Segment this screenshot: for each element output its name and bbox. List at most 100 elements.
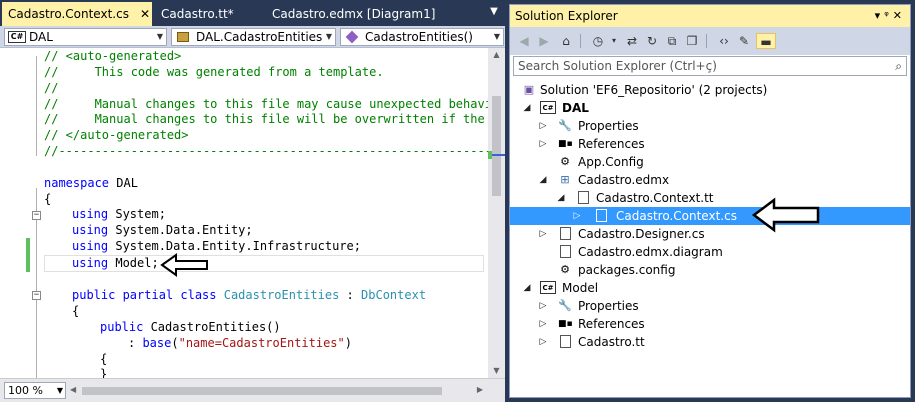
tree-item-label: Properties (578, 299, 639, 313)
history-icon[interactable]: ◷ (590, 33, 606, 49)
collapse-icon[interactable]: − (32, 211, 41, 220)
collapsed-arrow-icon[interactable]: ▷ (572, 207, 582, 225)
fold-guide (36, 56, 37, 156)
tab-cadastro-edmx-diagram[interactable]: Cadastro.edmx [Diagram1] (266, 2, 436, 26)
tree-item-cadastro-designer-cs[interactable]: ▷ Cadastro.Designer.cs (510, 225, 910, 243)
expanded-arrow-icon[interactable]: ◢ (522, 279, 532, 297)
tree-item-references[interactable]: ▷ ■▪ References (510, 315, 910, 333)
zoom-dropdown[interactable]: 100 % ▼ (4, 382, 66, 399)
tree-item-label: Cadastro.tt (578, 335, 645, 349)
member-dropdown-value: CadastroEntities() (365, 30, 473, 44)
csharp-project-icon: C# (540, 101, 556, 114)
edmx-model-icon: ⊞ (560, 173, 570, 186)
code-line: { (72, 304, 80, 318)
tree-item-cadastro-edmx-diagram[interactable]: Cadastro.edmx.diagram (510, 243, 910, 261)
scroll-thumb[interactable] (492, 96, 501, 196)
close-icon[interactable]: ✕ (140, 2, 150, 26)
tree-item-references[interactable]: ▷ ■▪ References (510, 135, 910, 153)
code-line: { (100, 352, 108, 366)
project-dropdown[interactable]: C# DAL ▼ (4, 28, 167, 46)
keyword: using (72, 239, 109, 253)
punctuation: ( (171, 336, 179, 350)
tab-cadastro-context-cs[interactable]: Cadastro.Context.cs ✕ (2, 2, 152, 26)
expanded-arrow-icon[interactable]: ◢ (556, 189, 566, 207)
collapsed-arrow-icon[interactable]: ▷ (538, 225, 548, 243)
code-line: using System.Data.Entity.Infrastructure; (72, 238, 361, 254)
member-dropdown[interactable]: CadastroEntities() ▼ (340, 28, 504, 46)
tree-item-cadastro-context-tt[interactable]: ◢ Cadastro.Context.tt (510, 189, 910, 207)
keyword: using (72, 207, 109, 221)
tree-item-label: Model (562, 281, 599, 295)
tree-item-cadastro-edmx[interactable]: ◢ ⊞ Cadastro.edmx (510, 171, 910, 189)
collapse-icon[interactable]: − (32, 291, 41, 300)
type-name: CadastroEntities (223, 288, 340, 302)
code-editor-pane: Cadastro.Context.cs ✕ Cadastro.tt* Cadas… (0, 0, 505, 402)
tree-item-properties[interactable]: ▷ 🔧 Properties (510, 297, 910, 315)
type-dropdown[interactable]: DAL.CadastroEntities ▼ (171, 28, 336, 46)
pending-changes-icon[interactable]: ⇄ (624, 33, 640, 49)
collapse-all-icon[interactable]: ⧉ (664, 33, 680, 49)
properties-wrench-icon[interactable]: ✎ (736, 33, 752, 49)
caret-marker (492, 154, 505, 156)
scroll-down-icon[interactable]: ▼ (488, 364, 505, 378)
tree-item-solution[interactable]: ▣ Solution 'EF6_Repositorio' (2 projects… (510, 81, 910, 99)
search-icon[interactable]: ⌕ (895, 57, 902, 75)
keyword: public partial class (72, 288, 217, 302)
scroll-up-icon[interactable]: ▲ (488, 48, 505, 62)
collapsed-arrow-icon[interactable]: ▷ (538, 117, 548, 135)
editor-status-bar: 100 % ▼ ◀ ▶ (0, 378, 505, 402)
tree-item-cadastro-context-cs[interactable]: ▷ Cadastro.Context.cs (510, 207, 910, 225)
close-icon[interactable]: ✕ (893, 9, 906, 22)
tree-item-project-dal[interactable]: ◢ C# DAL (510, 99, 910, 117)
refresh-icon[interactable]: ↻ (644, 33, 660, 49)
dropdown-icon[interactable]: ▾ (875, 9, 885, 22)
code-text-area[interactable]: − − // <auto-generated> // This code was… (0, 48, 488, 378)
code-line: // Manual changes to this file will be o… (44, 112, 488, 126)
show-all-files-icon[interactable]: ❐ (684, 33, 700, 49)
zoom-value: 100 % (8, 384, 43, 397)
code-line: // <auto-generated> (44, 49, 182, 63)
tree-item-packages-config[interactable]: ⚙ packages.config (510, 261, 910, 279)
expanded-arrow-icon[interactable]: ◢ (538, 171, 548, 189)
pin-icon[interactable]: ᵠ (884, 9, 893, 22)
solution-explorer-search-input[interactable]: Search Solution Explorer (Ctrl+ç) ⌕ (513, 56, 907, 76)
tree-item-label: DAL (562, 101, 589, 115)
tree-item-project-model[interactable]: ◢ C# Model (510, 279, 910, 297)
project-dropdown-value: DAL (29, 30, 53, 44)
wrench-icon: 🔧 (558, 119, 572, 132)
collapsed-arrow-icon[interactable]: ▷ (538, 135, 548, 153)
collapsed-arrow-icon[interactable]: ▷ (538, 297, 548, 315)
tree-item-label: Cadastro.edmx (578, 173, 670, 187)
tree-item-label: Cadastro.Context.tt (596, 191, 714, 205)
tree-item-cadastro-tt[interactable]: ▷ Cadastro.tt (510, 333, 910, 351)
tab-overflow-icon[interactable]: ▼ (487, 4, 501, 20)
tree-item-properties[interactable]: ▷ 🔧 Properties (510, 117, 910, 135)
collapsed-arrow-icon[interactable]: ▷ (538, 333, 548, 351)
collapsed-arrow-icon[interactable]: ▷ (538, 315, 548, 333)
chevron-down-icon: ▼ (156, 32, 163, 41)
scroll-left-icon[interactable]: ◀ (70, 385, 76, 394)
code-line: // </auto-generated> (44, 128, 189, 142)
tab-cadastro-tt[interactable]: Cadastro.tt* (155, 2, 265, 26)
home-icon[interactable]: ⌂ (558, 33, 574, 49)
identifier: System.Data.Entity; (108, 223, 253, 237)
chevron-down-icon[interactable]: ▾ (606, 33, 622, 49)
vertical-scrollbar[interactable]: ▲ ▼ (488, 48, 505, 378)
tree-item-label: Solution 'EF6_Repositorio' (2 projects) (540, 83, 768, 97)
chevron-down-icon: ▼ (493, 32, 500, 41)
horizontal-scroll-thumb[interactable] (82, 387, 442, 395)
expanded-arrow-icon[interactable]: ◢ (522, 99, 532, 117)
solution-explorer-toolbar: ◀ ▶ ⌂ ◷ ▾ ⇄ ↻ ⧉ ❐ ‹› ✎ ▬ (510, 27, 910, 55)
code-line: // This code was generated from a templa… (44, 65, 384, 79)
template-file-icon (560, 335, 571, 348)
forward-icon[interactable]: ▶ (536, 33, 552, 49)
scroll-right-icon[interactable]: ▶ (477, 385, 483, 394)
back-icon[interactable]: ◀ (516, 33, 532, 49)
tree-item-app-config[interactable]: ⚙ App.Config (510, 153, 910, 171)
keyword: public (100, 320, 144, 334)
code-line: // (44, 81, 59, 95)
preview-selected-items-icon[interactable]: ▬ (756, 33, 776, 49)
navigation-bar: C# DAL ▼ DAL.CadastroEntities ▼ Cadastro… (0, 26, 505, 48)
annotation-arrow-left-icon (160, 253, 208, 277)
view-code-icon[interactable]: ‹› (716, 33, 732, 49)
